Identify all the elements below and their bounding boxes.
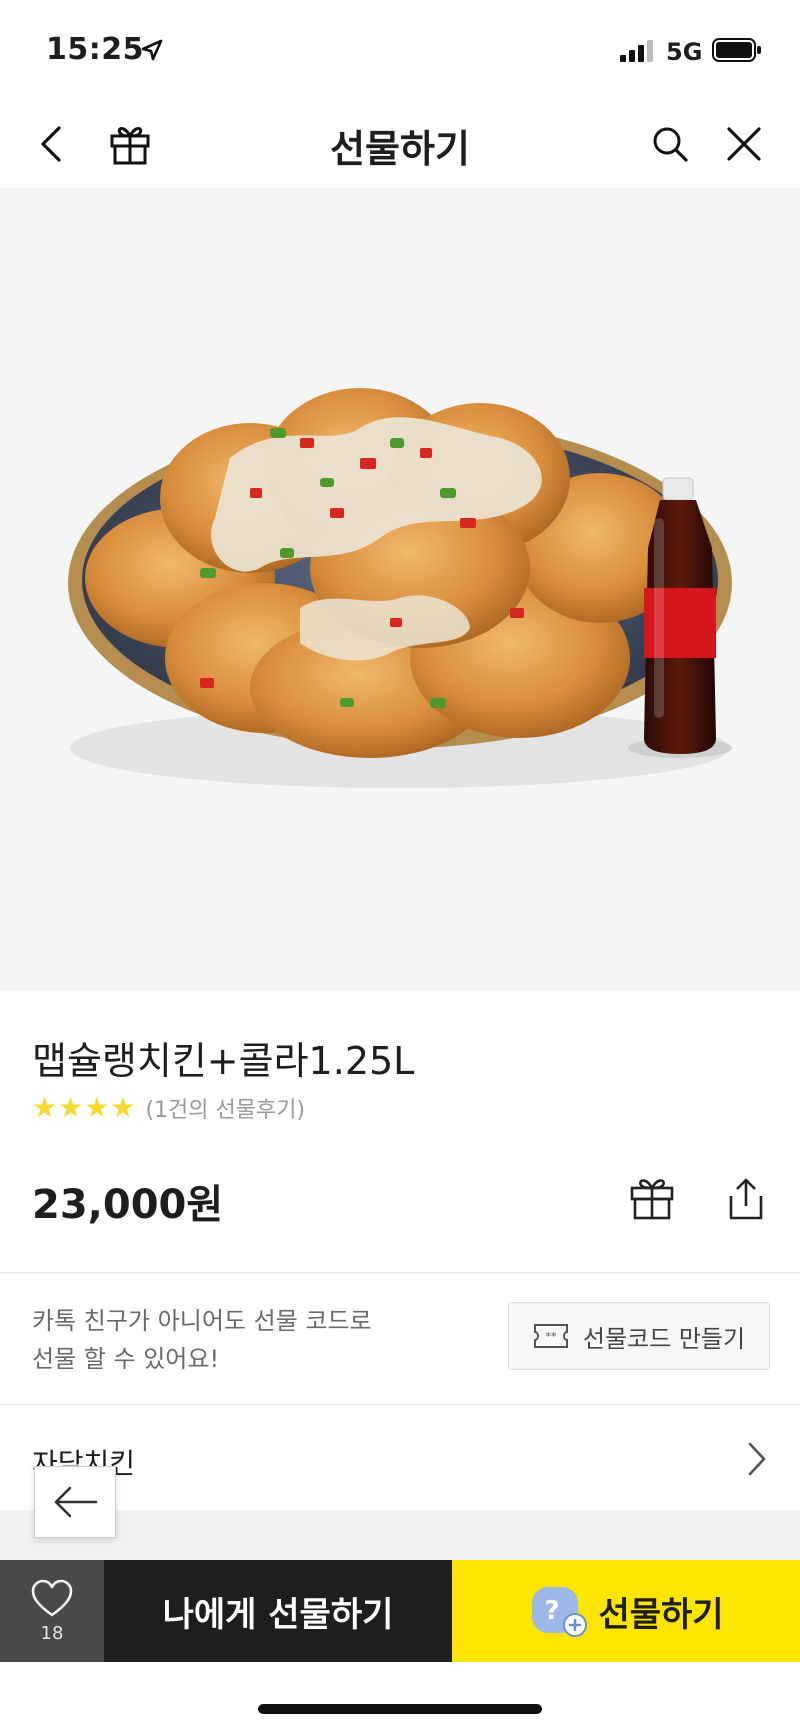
product-rating[interactable]: ★ ★ ★ ★ (1건의 선물후기) [32,1092,305,1124]
send-gift-label: 선물하기 [598,1594,724,1635]
star-icon: ★ [84,1091,110,1124]
gift-wrap-button[interactable] [624,1170,680,1226]
create-gift-code-button[interactable]: ** 선물코드 만들기 [508,1302,770,1370]
signal-icon [620,40,653,62]
product-image[interactable] [0,188,800,991]
home-indicator[interactable] [258,1704,542,1714]
arrow-left-icon [54,1486,98,1518]
gift-icon [630,1179,674,1220]
close-icon [727,127,761,161]
send-gift-button[interactable]: ? 선물하기 [452,1560,800,1662]
create-gift-code-label: 선물코드 만들기 [582,1324,746,1353]
chicken-cola-illustration [68,388,732,788]
share-icon [729,1178,763,1220]
gift-code-message: 카톡 친구가 아니어도 선물 코드로 선물 할 수 있어요! [32,1302,452,1378]
gift-code-message-line1: 카톡 친구가 아니어도 선물 코드로 [32,1307,372,1335]
search-icon [653,127,688,162]
chevron-right-icon [748,1442,766,1476]
close-button[interactable] [716,116,772,172]
divider [0,1404,800,1405]
app-header: 선물하기 [0,100,800,188]
search-button[interactable] [642,116,698,172]
gift-code-message-line2: 선물 할 수 있어요! [32,1345,220,1373]
star-icon: ★ [110,1091,136,1124]
ticket-icon: ** [533,1324,568,1348]
chevron-left-icon [41,126,61,162]
svg-text:**: ** [545,1330,557,1343]
rating-stars: ★ ★ ★ ★ [32,1094,135,1122]
location-arrow-icon [141,39,163,61]
wish-count: 18 [40,1622,64,1644]
gift-icon [110,127,150,165]
share-button[interactable] [718,1170,774,1226]
bottom-action-bar: 18 나에게 선물하기 ? 선물하기 [0,1560,800,1662]
divider [0,1272,800,1273]
back-button[interactable] [24,116,80,172]
brand-row[interactable]: 자담치킨 [0,1410,800,1510]
battery-icon [712,38,761,62]
friend-gift-icon: ? [532,1587,588,1637]
product-name: 맵슐랭치킨+콜라1.25L [32,1039,415,1083]
review-count[interactable]: (1건의 선물후기) [145,1092,305,1124]
svg-text:?: ? [545,1596,560,1626]
product-price: 23,000원 [32,1182,224,1228]
star-icon: ★ [32,1091,58,1124]
wish-button[interactable]: 18 [0,1560,104,1662]
status-time: 15:25 [46,32,144,67]
heart-icon [31,1579,73,1616]
gift-box-button[interactable] [102,116,158,172]
status-bar: 15:25 5G [0,0,800,100]
star-icon: ★ [58,1091,84,1124]
network-label: 5G [666,38,703,66]
gift-to-me-button[interactable]: 나에게 선물하기 [104,1560,452,1662]
floating-back-button[interactable] [34,1466,116,1538]
section-separator [0,1510,800,1560]
